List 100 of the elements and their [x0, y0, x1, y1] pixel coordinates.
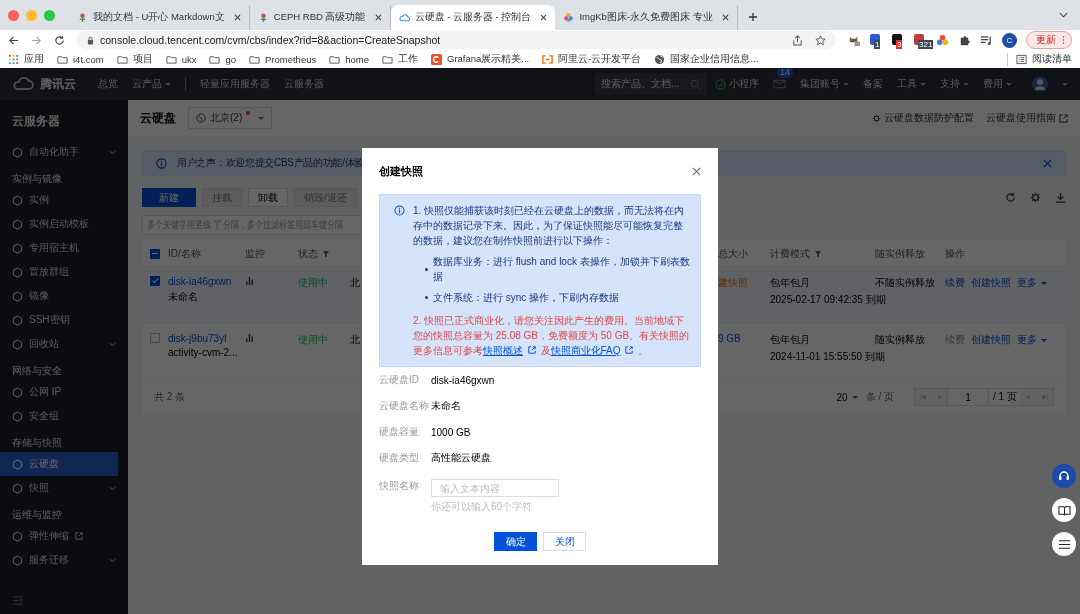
sidebar-group-label: 网络与安全 — [11, 364, 63, 378]
bookmark[interactable]: i4t.com — [57, 53, 104, 65]
action-link[interactable]: 创建快照 — [971, 333, 1011, 347]
book-icon — [1057, 503, 1071, 517]
snapshot-name-field[interactable]: 输入文本内容 — [431, 479, 559, 497]
nav-link[interactable]: 备案 — [863, 77, 883, 91]
size-link[interactable]: 9 GB — [718, 333, 741, 344]
cube-icon — [12, 218, 23, 230]
filter-icon[interactable] — [815, 250, 821, 257]
close-tab-icon[interactable] — [721, 14, 729, 21]
snapshot-overview-link[interactable]: 快照概述 — [483, 345, 523, 356]
nav-link[interactable]: 支持 — [940, 77, 969, 91]
filter-icon[interactable] — [323, 250, 329, 257]
puzzle-icon[interactable] — [958, 33, 971, 47]
page-title: 云硬盘 — [140, 109, 176, 127]
close-tab-icon[interactable] — [374, 14, 382, 21]
cloud-logo-icon[interactable] — [12, 77, 34, 91]
select-all-checkbox[interactable] — [150, 248, 160, 259]
bookmark[interactable]: home — [329, 53, 369, 65]
toolbar-button[interactable]: 新建 — [142, 188, 196, 207]
bookmark[interactable]: ukx — [165, 53, 197, 65]
expiry-date: 2025-02-17 09:42:35 到期 — [770, 293, 886, 307]
sidebar-item[interactable]: 镜像 — [0, 284, 128, 308]
page-size-select[interactable]: 20 — [836, 391, 858, 403]
sidebar-item[interactable]: 实例 — [0, 188, 128, 212]
back-icon[interactable] — [8, 34, 19, 46]
close-icon[interactable] — [1043, 158, 1052, 168]
sidebar-item[interactable]: 自动化助手 — [0, 140, 128, 164]
disk-id-link[interactable]: disk-ia46gxwn — [168, 276, 232, 287]
reload-icon[interactable] — [54, 34, 65, 46]
browser-tab[interactable]: ImgKb图床-永久免费图床 专业 — [555, 5, 738, 30]
chevron-down-icon[interactable] — [1059, 12, 1068, 18]
list-button[interactable] — [1052, 532, 1076, 556]
star-icon[interactable] — [815, 34, 826, 46]
caret-icon[interactable] — [1062, 82, 1068, 86]
profile-avatar[interactable]: C — [1002, 32, 1017, 48]
toolbar-button[interactable]: 卸载 — [248, 188, 288, 207]
close-button[interactable]: 关闭 — [543, 532, 586, 551]
dots-extension-icon[interactable] — [936, 33, 949, 47]
bookmark[interactable]: Grafana展示精美... — [431, 52, 530, 66]
bar-chart-icon[interactable] — [245, 276, 254, 285]
url-text: console.cloud.tencent.com/cvm/cbs/index?rid=8&action=CreateSnapshot — [100, 34, 442, 46]
settings-icon — [872, 113, 881, 123]
update-button[interactable]: 更新 — [1026, 31, 1072, 49]
reading-list-button[interactable]: 阅读清单 — [1007, 52, 1072, 66]
cube-icon — [12, 242, 23, 254]
support-button[interactable] — [1052, 464, 1076, 488]
sidebar-item[interactable]: 公网 IP — [0, 380, 128, 404]
share-icon[interactable] — [792, 34, 803, 46]
address-bar[interactable]: console.cloud.tencent.com/cvm/cbs/index?rid=8&action=CreateSnapshot — [77, 31, 836, 49]
bookmark[interactable]: 应用 — [8, 52, 44, 66]
action-link[interactable]: 创建快照 — [971, 276, 1011, 290]
field-value: 未命名 — [431, 399, 461, 413]
sidebar-item[interactable]: 回收站 — [0, 332, 128, 356]
bookmark[interactable]: 阿里云-云开发平台 — [542, 52, 642, 66]
sidebar-item[interactable]: 服务迁移 — [0, 548, 128, 572]
flower-icon — [563, 12, 575, 23]
browser-tab[interactable]: CEPH RBD 高级功能 — [249, 5, 391, 30]
settings-icon[interactable] — [1030, 192, 1041, 203]
sidebar-item[interactable]: SSH密钥 — [0, 308, 128, 332]
bar-chart-icon[interactable] — [245, 333, 254, 342]
media-list-icon[interactable] — [980, 33, 993, 47]
region-select[interactable]: 北京(2) — [188, 107, 273, 129]
sidebar-item[interactable]: 实例启动模板 — [0, 212, 128, 236]
close-tab-icon[interactable] — [540, 14, 548, 21]
action-link[interactable]: 建快照 — [718, 276, 748, 290]
disk-id-link[interactable]: disk-j9bu73yl — [168, 333, 227, 344]
download-icon[interactable] — [1055, 192, 1066, 203]
confirm-button[interactable]: 确定 — [494, 532, 537, 551]
sidebar-item[interactable]: 云硬盘 — [0, 452, 118, 476]
close-tab-icon[interactable] — [233, 14, 241, 21]
snapshot-faq-link[interactable]: 快照商业化FAQ — [550, 345, 621, 356]
close-window-icon[interactable] — [8, 9, 19, 21]
sidebar-item[interactable]: 安全组 — [0, 404, 128, 428]
protection-settings-link[interactable]: 云硬盘数据防护配置 — [872, 111, 974, 125]
forward-icon[interactable] — [31, 34, 42, 46]
page-size-label: 条 / 页 — [865, 390, 894, 404]
bookmark[interactable]: 项目 — [116, 52, 153, 66]
badge: 321 — [918, 39, 934, 49]
bookmark[interactable]: 工作 — [382, 52, 418, 66]
usage-guide-link[interactable]: 云硬盘使用指南 — [986, 111, 1068, 125]
user-avatar-icon[interactable] — [1032, 76, 1048, 92]
refresh-icon[interactable] — [1005, 192, 1016, 203]
row-checkbox[interactable] — [150, 276, 160, 286]
page-input[interactable]: 1 — [947, 389, 989, 405]
action-link[interactable]: 更多 — [1017, 276, 1047, 290]
book-button[interactable] — [1052, 498, 1076, 522]
browser-tab[interactable]: 云硬盘 - 云服务器 - 控制台 — [390, 5, 556, 30]
bookmark[interactable]: go — [209, 53, 236, 65]
new-tab-icon[interactable] — [747, 12, 758, 22]
status-text: 使用中 — [298, 333, 328, 347]
notice-text: 数据库业务：进行 flush and lock 表操作，加锁并下刷表数据 — [433, 255, 690, 284]
bookmark[interactable]: Prometheus — [249, 53, 317, 65]
bookmark[interactable]: 国家企业信用信息... — [654, 52, 759, 66]
row-checkbox[interactable] — [150, 333, 160, 343]
browser-tab[interactable]: 我的文档 - U开心 Markdown文 — [69, 5, 250, 30]
action-link[interactable]: 续费 — [945, 276, 965, 290]
close-icon[interactable] — [692, 166, 701, 176]
action-link[interactable]: 更多 — [1017, 333, 1047, 347]
maximize-window-icon[interactable] — [44, 9, 55, 21]
